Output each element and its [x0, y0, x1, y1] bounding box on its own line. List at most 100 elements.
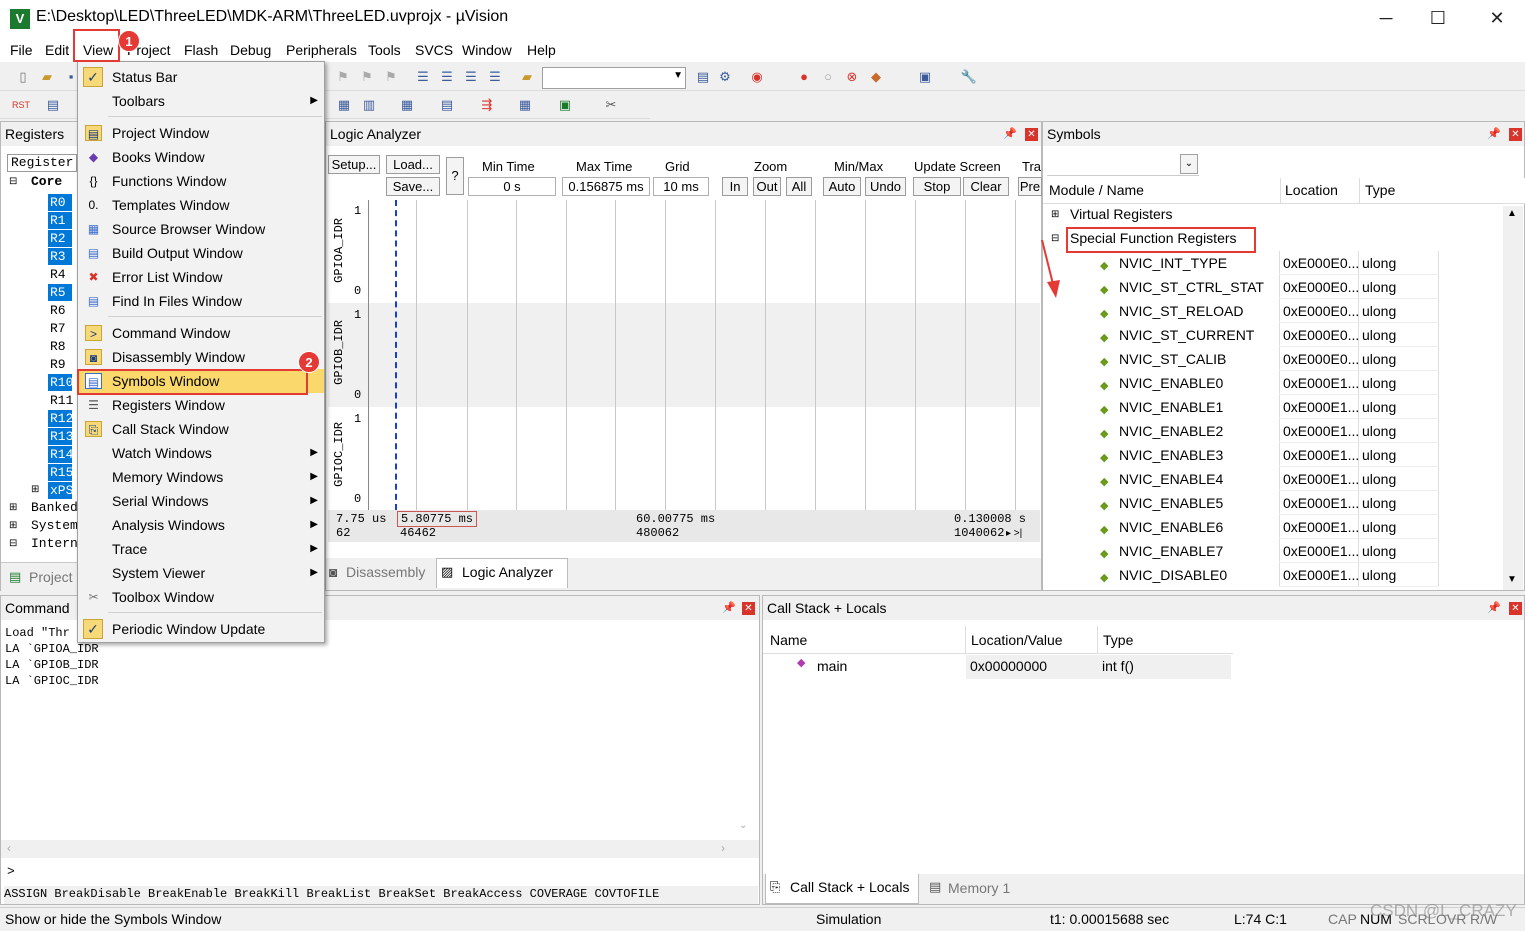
menu-tools[interactable]: Tools [368, 42, 401, 58]
menu-item-status-bar[interactable]: ✓ Status Bar [78, 65, 324, 89]
symbol-row[interactable]: ◆ NVIC_ENABLE4 0xE000E1... ulong [1046, 467, 1503, 491]
uncomment-icon[interactable]: ☰ [486, 68, 504, 86]
menu-window[interactable]: Window [462, 42, 512, 58]
menu-debug[interactable]: Debug [230, 42, 271, 58]
scroll-down-icon[interactable]: ▼ [1507, 574, 1517, 585]
next-bookmark-icon[interactable]: ⚑ [382, 68, 400, 86]
symbol-row[interactable]: ◆ NVIC_ENABLE3 0xE000E1... ulong [1046, 443, 1503, 467]
symbol-row[interactable]: ◆ NVIC_ENABLE6 0xE000E1... ulong [1046, 515, 1503, 539]
register-r8[interactable]: R8 [48, 338, 72, 355]
incremental-find-icon[interactable]: ▤ [694, 68, 712, 86]
symbol-row[interactable]: ◆ NVIC_DISABLE0 0xE000E1... ulong [1046, 563, 1503, 587]
clear-button[interactable]: Clear [963, 177, 1009, 196]
zoom-out-button[interactable]: Out [753, 177, 781, 196]
bookmark-icon[interactable]: ⚑ [334, 68, 352, 86]
register-r12[interactable]: R12 [48, 410, 73, 427]
symbols-filter-input[interactable] [1047, 154, 1199, 176]
trace-icon[interactable]: ⇶ [478, 96, 496, 114]
register-r5[interactable]: R5 [48, 284, 72, 301]
symbol-row[interactable]: ◆ NVIC_ST_CTRL_STAT 0xE000E0... ulong [1046, 275, 1503, 299]
pin-icon[interactable]: 📌 [1487, 127, 1501, 140]
register-r11[interactable]: R11 [48, 392, 73, 409]
menu-item-toolbox-window[interactable]: ✂ Toolbox Window [78, 585, 324, 609]
col-type[interactable]: Type [1365, 182, 1395, 198]
register-r14[interactable]: R14 [48, 446, 73, 463]
pin-icon[interactable]: 📌 [1003, 127, 1017, 140]
menu-item-system-viewer[interactable]: System Viewer ▶ [78, 561, 324, 585]
peripheral-icon[interactable]: ▣ [556, 96, 574, 114]
register-xps[interactable]: xPS [48, 482, 73, 499]
find-combo[interactable]: ▼ [542, 67, 686, 89]
save-button[interactable]: Save... [386, 177, 440, 196]
configure-icon[interactable]: 🔧 [960, 68, 978, 86]
menu-item-trace[interactable]: Trace ▶ [78, 537, 324, 561]
scroll-down-icon[interactable]: ⌄ [739, 820, 747, 831]
register-r10[interactable]: R10 [48, 374, 73, 391]
collapse-core-icon[interactable]: ⊟ [9, 176, 17, 187]
tab-callstack[interactable]: ⎘ Call Stack + Locals [765, 874, 919, 904]
waveform-area[interactable]: GPIOA_IDR GPIOB_IDR GPIOC_IDR 1 0 1 0 1 … [328, 200, 1040, 510]
close-symbols-icon[interactable]: ✕ [1509, 128, 1522, 141]
symbol-row[interactable]: ◆ NVIC_ST_CURRENT 0xE000E0... ulong [1046, 323, 1503, 347]
symbol-row[interactable]: ◆ NVIC_ENABLE1 0xE000E1... ulong [1046, 395, 1503, 419]
unindent-icon[interactable]: ☰ [438, 68, 456, 86]
menu-svcs[interactable]: SVCS [415, 42, 453, 58]
undo-button[interactable]: Undo [865, 177, 906, 196]
register-r7[interactable]: R7 [48, 320, 72, 337]
collapse-internal-icon[interactable]: ⊟ [9, 538, 17, 549]
col-name[interactable]: Name [770, 632, 807, 648]
help-button[interactable]: ? [446, 157, 464, 195]
symbol-row[interactable]: ◆ NVIC_ENABLE0 0xE000E1... ulong [1046, 371, 1503, 395]
pin-icon[interactable]: 📌 [722, 601, 736, 614]
system-group[interactable]: System [31, 518, 78, 533]
find-in-files-icon[interactable]: ▰ [518, 68, 536, 86]
symbol-row[interactable]: ◆ NVIC_ENABLE5 0xE000E1... ulong [1046, 491, 1503, 515]
chevron-down-icon[interactable]: ⌄ [1180, 154, 1198, 174]
zoom-in-button[interactable]: In [722, 177, 748, 196]
menu-peripherals[interactable]: Peripherals [286, 42, 357, 58]
open-folder-icon[interactable]: ▰ [38, 68, 56, 86]
signal-gpiob-idr[interactable]: GPIOB_IDR [332, 320, 346, 385]
menu-edit[interactable]: Edit [45, 42, 69, 58]
scroll-up-icon[interactable]: ▲ [1507, 208, 1517, 219]
disable-breakpoints-icon[interactable]: ⊗ [843, 68, 861, 86]
menu-item-books-window[interactable]: ◆ Books Window [78, 145, 324, 169]
menu-item-disassembly-window[interactable]: ◙ Disassembly Window [78, 345, 324, 369]
menu-item-watch-windows[interactable]: Watch Windows ▶ [78, 441, 324, 465]
menu-item-build-output-window[interactable]: ▤ Build Output Window [78, 241, 324, 265]
menu-item-error-list-window[interactable]: ✖ Error List Window [78, 265, 324, 289]
callstack-row-main[interactable]: ◆ main 0x00000000 int f() [763, 655, 1233, 679]
minimize-button[interactable]: ─ [1359, 0, 1413, 38]
menu-item-functions-window[interactable]: {} Functions Window [78, 169, 324, 193]
comment-icon[interactable]: ☰ [462, 68, 480, 86]
auto-button[interactable]: Auto [823, 177, 861, 196]
col-location-value[interactable]: Location/Value [971, 632, 1063, 648]
close-command-icon[interactable]: ✕ [742, 602, 755, 615]
command-input[interactable] [19, 862, 755, 880]
command-hscroll[interactable]: ‹ › [1, 840, 759, 858]
menu-item-serial-windows[interactable]: Serial Windows ▶ [78, 489, 324, 513]
kill-breakpoints-icon[interactable]: ◆ [867, 68, 885, 86]
register-r13[interactable]: R13 [48, 428, 73, 445]
toolbox-icon[interactable]: ▤ [438, 96, 456, 114]
trace-window-icon[interactable]: ▥ [360, 96, 378, 114]
menu-item-call-stack-window[interactable]: ⎘ Call Stack Window [78, 417, 324, 441]
register-r4[interactable]: R4 [48, 266, 72, 283]
menu-flash[interactable]: Flash [184, 42, 218, 58]
menu-item-periodic-window-update[interactable]: ✓ Periodic Window Update [78, 617, 324, 641]
col-type[interactable]: Type [1103, 632, 1133, 648]
close-window-button[interactable]: ✕ [1470, 0, 1524, 38]
close-logic-analyzer-icon[interactable]: ✕ [1025, 128, 1038, 141]
new-file-icon[interactable]: ▯ [14, 68, 32, 86]
col-location[interactable]: Location [1285, 182, 1338, 198]
tab-logic-analyzer[interactable]: ▨ Logic Analyzer [436, 558, 568, 588]
tab-disassembly[interactable]: Disassembly [346, 564, 425, 580]
stop-button[interactable]: Stop [913, 177, 961, 196]
expand-virtual-icon[interactable]: ⊞ [1051, 209, 1059, 220]
debug-settings-icon[interactable]: ⚙ [716, 68, 734, 86]
register-r2[interactable]: R2 [48, 230, 72, 247]
maximize-button[interactable]: ☐ [1411, 0, 1465, 38]
menu-item-templates-window[interactable]: 0. Templates Window [78, 193, 324, 217]
enable-breakpoint-icon[interactable]: ○ [819, 68, 837, 86]
prev-bookmark-icon[interactable]: ⚑ [358, 68, 376, 86]
